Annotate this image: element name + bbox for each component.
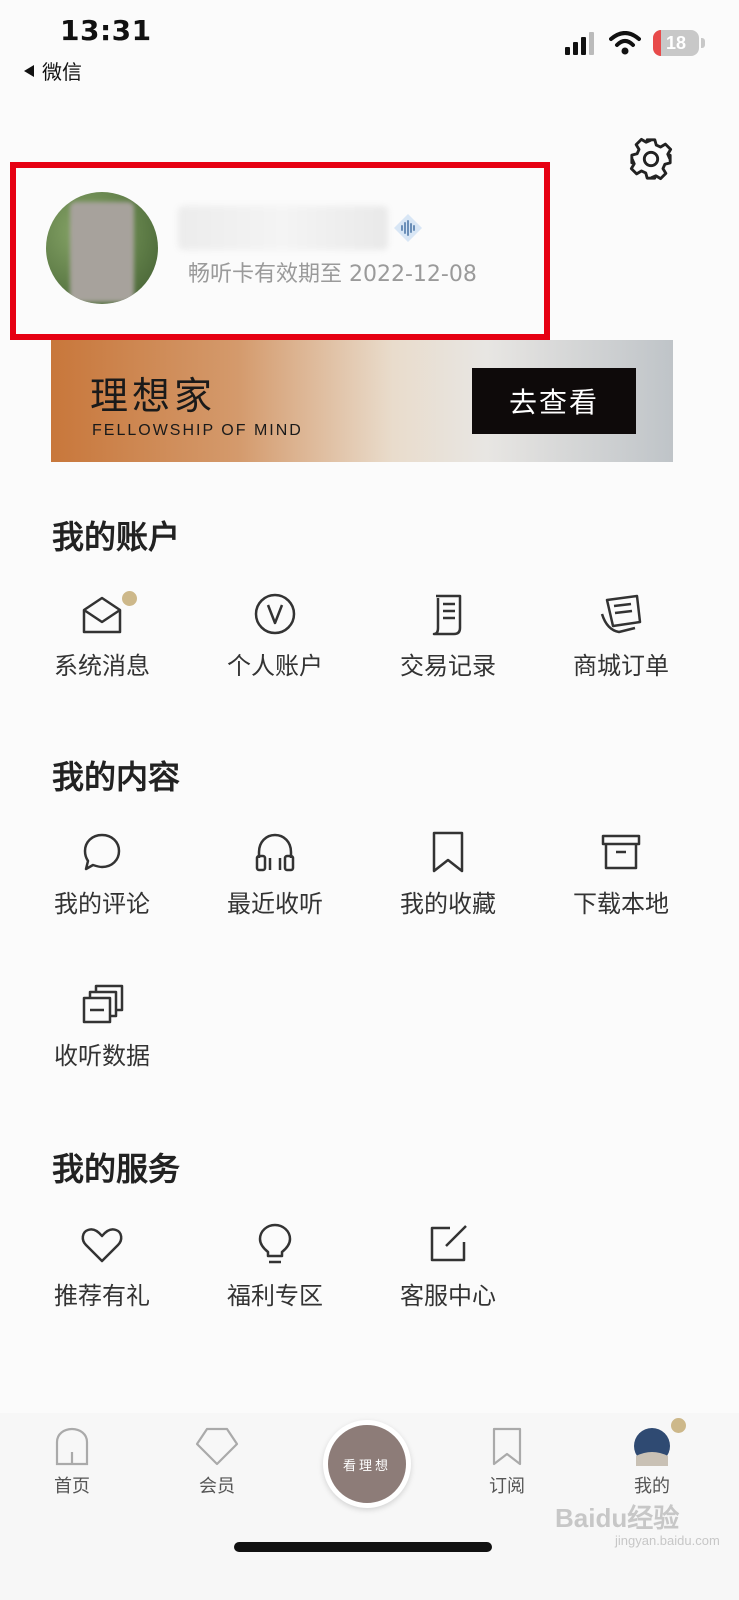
tab-notification-dot (671, 1418, 686, 1433)
grid-item-my-favorites[interactable]: 我的收藏 (373, 828, 523, 919)
view-banner-button[interactable]: 去查看 (472, 368, 636, 434)
grid-item-listening-data[interactable]: 收听数据 (27, 980, 177, 1071)
section-title-account: 我的账户 (52, 518, 181, 556)
tab-label: 会员 (199, 1476, 235, 1497)
v-circle-icon (254, 593, 296, 635)
settings-gear-icon[interactable] (628, 136, 674, 182)
banner-subtitle: FELLOWSHIP OF MIND (92, 422, 303, 439)
grid-item-label: 系统消息 (54, 652, 150, 680)
grid-item-label: 下载本地 (573, 890, 669, 918)
edit-icon (430, 1225, 467, 1262)
grid-item-label: 我的评论 (54, 890, 150, 918)
notification-dot (122, 591, 137, 606)
tab-mine[interactable]: 我的 (592, 1426, 712, 1498)
banner-title: 理想家 (90, 374, 217, 418)
bookmark-icon (492, 1427, 522, 1466)
orders-icon (600, 594, 642, 634)
grid-item-personal-account[interactable]: 个人账户 (200, 590, 350, 681)
grid-item-mall-orders[interactable]: 商城订单 (546, 590, 696, 681)
grid-item-transactions[interactable]: 交易记录 (373, 590, 523, 681)
back-app-label: 微信 (42, 60, 82, 84)
comment-icon (83, 833, 121, 871)
grid-item-referral[interactable]: 推荐有礼 (27, 1220, 177, 1311)
center-logo-text: 看理想 (342, 1458, 391, 1474)
avatar-icon (634, 1428, 670, 1466)
heart-icon (81, 1228, 123, 1263)
section-title-services: 我的服务 (52, 1150, 181, 1188)
back-triangle-icon (24, 64, 34, 77)
tab-label: 首页 (54, 1476, 90, 1497)
grid-item-label: 推荐有礼 (54, 1282, 150, 1310)
diamond-icon (195, 1427, 239, 1466)
home-indicator[interactable] (234, 1542, 492, 1552)
baidu-watermark: Baidu经验 jingyan.baidu.com (555, 1498, 720, 1548)
grid-item-downloads[interactable]: 下载本地 (546, 828, 696, 919)
back-to-app-link[interactable]: 微信 (22, 56, 82, 85)
grid-item-label: 交易记录 (400, 652, 496, 680)
grid-item-label: 收听数据 (54, 1042, 150, 1070)
archive-icon (601, 834, 641, 870)
grid-item-label: 我的收藏 (400, 890, 496, 918)
grid-item-system-messages[interactable]: 系统消息 (27, 590, 177, 681)
grid-item-recent-listening[interactable]: 最近收听 (200, 828, 350, 919)
grid-item-label: 最近收听 (227, 890, 323, 918)
grid-item-label: 个人账户 (227, 652, 323, 680)
center-logo-button[interactable]: 看理想 (323, 1420, 411, 1508)
watermark-url: jingyan.baidu.com (615, 1533, 720, 1548)
tab-label: 订阅 (489, 1476, 525, 1497)
signal-icon (565, 32, 594, 55)
status-time: 13:31 (60, 14, 152, 47)
tab-home[interactable]: 首页 (12, 1426, 132, 1498)
stack-icon (82, 984, 124, 1024)
grid-item-my-comments[interactable]: 我的评论 (27, 828, 177, 919)
grid-item-benefits[interactable]: 福利专区 (200, 1220, 350, 1311)
home-icon (55, 1427, 89, 1466)
status-icons: 18 (565, 30, 705, 56)
battery-level: 18 (665, 32, 687, 53)
highlight-box (10, 162, 550, 340)
grid-item-customer-service[interactable]: 客服中心 (373, 1220, 523, 1311)
watermark-brand: Baidu经验 (555, 1503, 680, 1533)
receipt-icon (432, 594, 462, 636)
grid-item-label: 客服中心 (400, 1282, 496, 1310)
grid-item-label: 商城订单 (573, 652, 669, 680)
envelope-icon (82, 596, 122, 634)
lightbulb-icon (258, 1223, 292, 1264)
tab-subscriptions[interactable]: 订阅 (447, 1426, 567, 1498)
tab-membership[interactable]: 会员 (157, 1426, 277, 1498)
section-title-content: 我的内容 (52, 758, 181, 796)
grid-item-label: 福利专区 (227, 1282, 323, 1310)
tab-label: 我的 (634, 1476, 670, 1497)
bookmark-icon (432, 831, 464, 873)
battery-indicator: 18 (653, 30, 699, 56)
battery-cap (701, 38, 705, 48)
headphones-icon (255, 833, 295, 872)
wifi-icon (609, 31, 641, 55)
